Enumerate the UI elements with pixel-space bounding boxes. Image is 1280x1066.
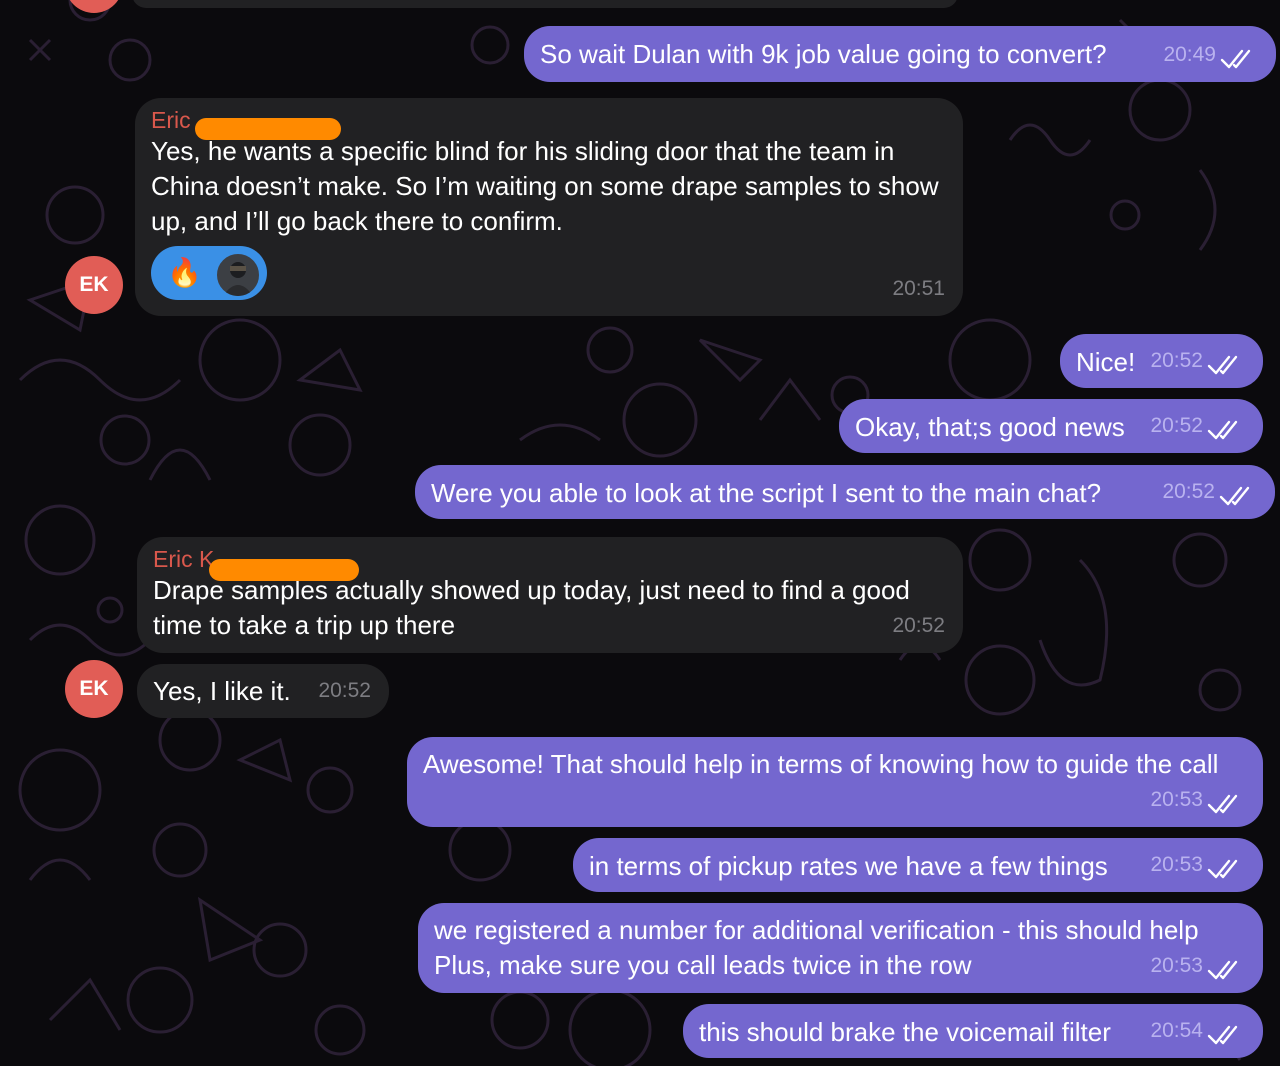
message-outgoing-script[interactable]: Were you able to look at the script I se… bbox=[415, 465, 1275, 519]
double-check-icon bbox=[1220, 49, 1251, 69]
message-text: Yes, he wants a specific blind for his s… bbox=[151, 136, 946, 236]
double-check-icon bbox=[1207, 794, 1238, 814]
message-text: we registered a number for additional ve… bbox=[434, 915, 1199, 980]
message-time: 20:49 bbox=[1163, 43, 1216, 66]
message-incoming-drape-samples[interactable]: Eric K Drape samples actually showed up … bbox=[137, 537, 963, 653]
message-outgoing-good-news[interactable]: Okay, that;s good news 20:52 bbox=[839, 399, 1263, 453]
message-time: 20:53 bbox=[1150, 954, 1203, 977]
message-outgoing-nice[interactable]: Nice! 20:52 bbox=[1060, 334, 1263, 388]
message-time: 20:53 bbox=[1150, 788, 1203, 811]
message-outgoing-dulan-question[interactable]: So wait Dulan with 9k job value going to… bbox=[524, 26, 1276, 82]
fire-emoji-icon: 🔥 bbox=[167, 257, 202, 288]
message-time: 20:51 bbox=[892, 277, 945, 300]
redaction-mark bbox=[195, 118, 341, 140]
redaction-mark bbox=[209, 559, 359, 581]
message-time: 20:52 bbox=[892, 614, 945, 637]
message-text: Awesome! That should help in terms of kn… bbox=[423, 749, 1219, 779]
message-time: 20:52 bbox=[1162, 480, 1215, 503]
message-outgoing-registered-number[interactable]: we registered a number for additional ve… bbox=[418, 903, 1263, 993]
message-outgoing-awesome[interactable]: Awesome! That should help in terms of kn… bbox=[407, 737, 1263, 827]
message-time: 20:54 bbox=[1150, 1019, 1203, 1042]
message-outgoing-pickup-rates[interactable]: in terms of pickup rates we have a few t… bbox=[573, 838, 1263, 892]
sender-name: Eric bbox=[151, 106, 941, 140]
sender-name: Eric K bbox=[153, 545, 941, 581]
double-check-icon bbox=[1207, 960, 1238, 980]
contact-avatar[interactable]: EK bbox=[65, 660, 123, 718]
double-check-icon bbox=[1207, 1025, 1238, 1045]
contact-avatar[interactable]: EK bbox=[65, 256, 123, 314]
message-text: Were you able to look at the script I se… bbox=[431, 478, 1102, 508]
double-check-icon bbox=[1207, 420, 1238, 440]
double-check-icon bbox=[1207, 355, 1238, 375]
message-text: in terms of pickup rates we have a few t… bbox=[589, 851, 1108, 881]
message-cut-off bbox=[132, 0, 958, 8]
message-incoming-like-it[interactable]: Yes, I like it. 20:52 bbox=[137, 664, 389, 718]
message-time: 20:52 bbox=[318, 679, 371, 702]
message-text: Drape samples actually showed up today, … bbox=[153, 575, 918, 640]
message-time: 20:52 bbox=[1150, 414, 1203, 437]
message-text: So wait Dulan with 9k job value going to… bbox=[540, 39, 1107, 69]
message-time: 20:53 bbox=[1150, 853, 1203, 876]
message-outgoing-voicemail-filter[interactable]: this should brake the voicemail filter 2… bbox=[683, 1004, 1263, 1058]
double-check-icon bbox=[1219, 486, 1250, 506]
reaction-badge[interactable]: 🔥 bbox=[151, 246, 267, 300]
reactor-avatar-icon bbox=[215, 252, 261, 298]
message-time: 20:52 bbox=[1150, 349, 1203, 372]
double-check-icon bbox=[1207, 859, 1238, 879]
